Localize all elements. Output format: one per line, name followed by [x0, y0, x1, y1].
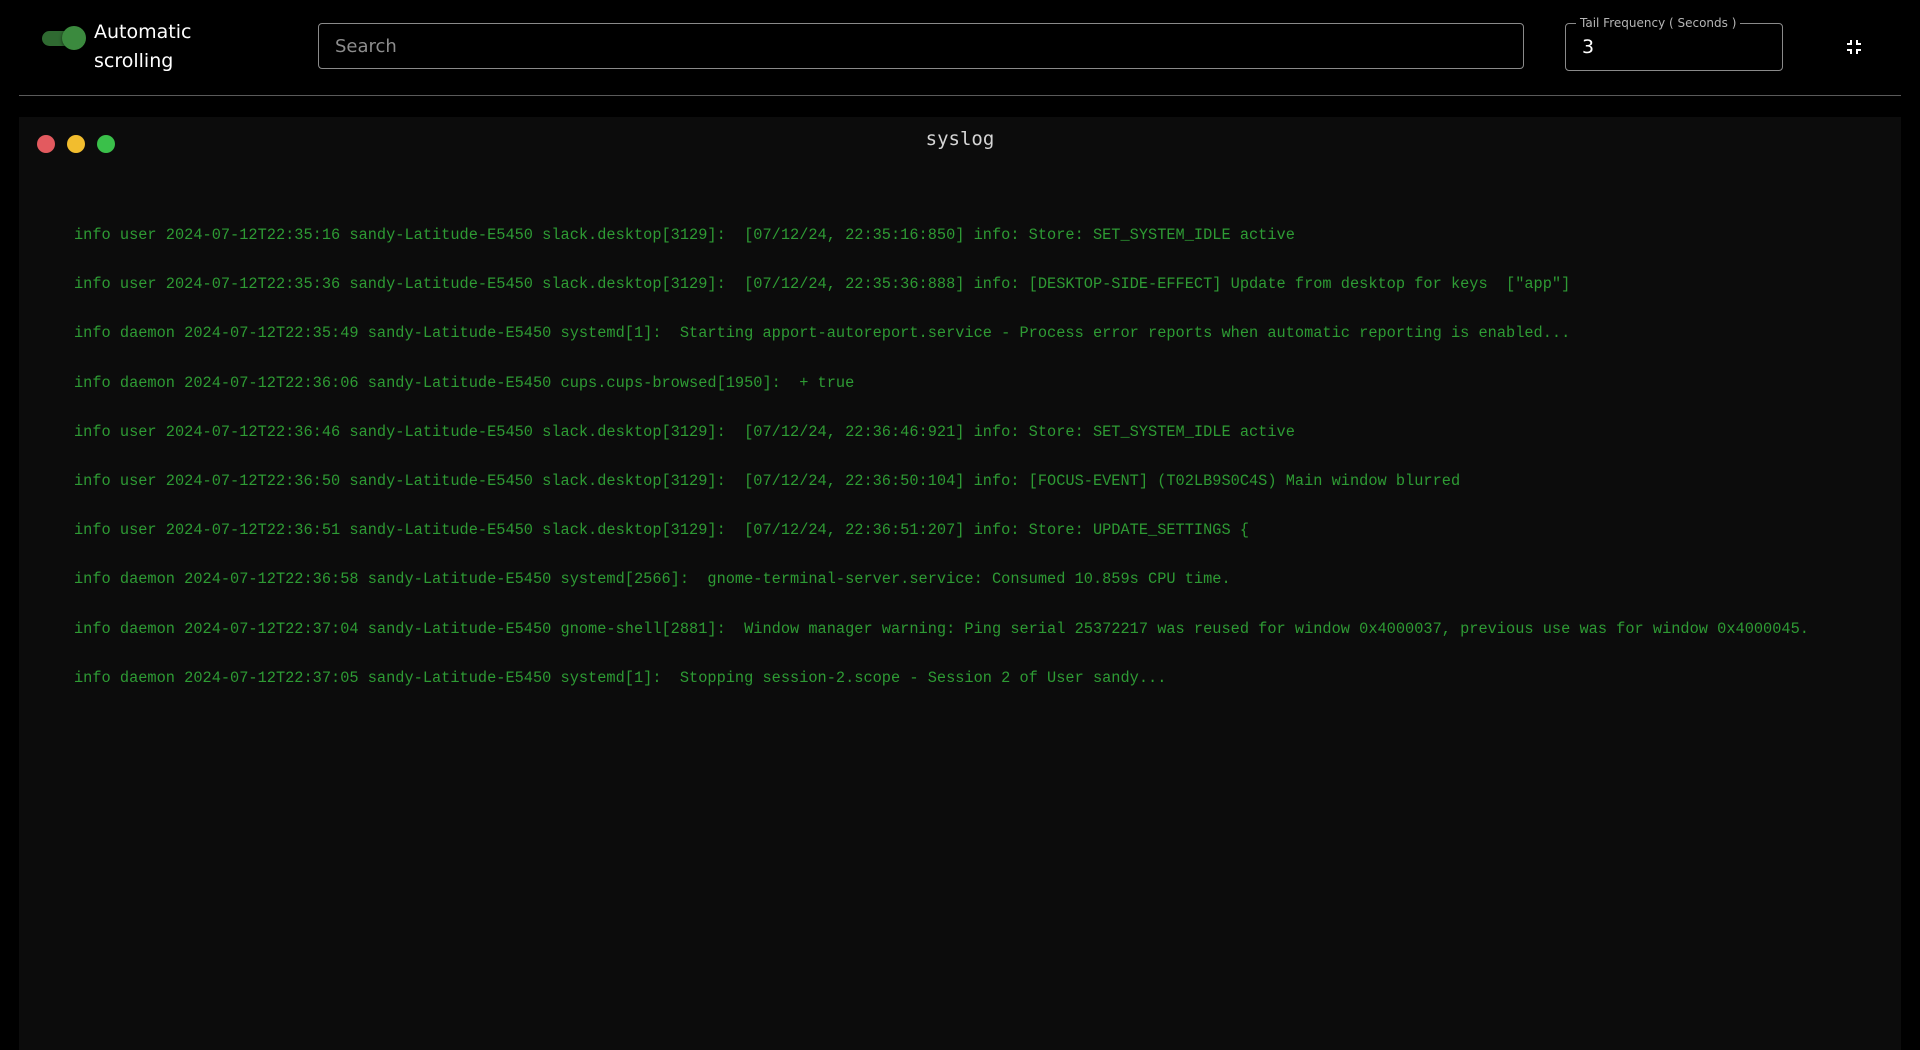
log-line: info user 2024-07-12T22:35:36 sandy-Lati…	[74, 275, 1571, 294]
toolbar: Automatic scrolling Tail Frequency ( Sec…	[19, 0, 1901, 96]
log-line: info daemon 2024-07-12T22:37:04 sandy-La…	[74, 619, 1809, 638]
tail-frequency-input[interactable]	[1566, 24, 1782, 70]
log-list: info user 2024-07-12T22:35:16 sandy-Lati…	[74, 211, 1881, 703]
log-line: info user 2024-07-12T22:36:50 sandy-Lati…	[74, 471, 1461, 490]
log-line: info daemon 2024-07-12T22:37:05 sandy-La…	[74, 668, 1167, 687]
log-line: info user 2024-07-12T22:36:51 sandy-Lati…	[74, 521, 1249, 540]
terminal-title: syslog	[925, 128, 995, 150]
toggle-thumb	[62, 26, 86, 50]
log-terminal: syslog info user 2024-07-12T22:35:16 san…	[19, 117, 1901, 1050]
search-input[interactable]	[319, 24, 1523, 68]
auto-scroll-toggle[interactable]	[40, 20, 86, 56]
log-line: info daemon 2024-07-12T22:36:06 sandy-La…	[74, 373, 855, 392]
log-line: info user 2024-07-12T22:36:46 sandy-Lati…	[74, 422, 1295, 441]
collapse-icon	[1847, 40, 1861, 54]
log-line: info user 2024-07-12T22:35:16 sandy-Lati…	[74, 226, 1295, 244]
log-line: info daemon 2024-07-12T22:36:58 sandy-La…	[74, 570, 1231, 589]
auto-scroll-control	[40, 20, 86, 56]
tail-frequency-field: Tail Frequency ( Seconds )	[1565, 15, 1783, 71]
collapse-button[interactable]	[1842, 35, 1866, 59]
auto-scroll-label: Automatic scrolling	[94, 21, 192, 72]
log-line: info daemon 2024-07-12T22:35:49 sandy-La…	[74, 324, 1571, 343]
search-field	[318, 23, 1524, 69]
